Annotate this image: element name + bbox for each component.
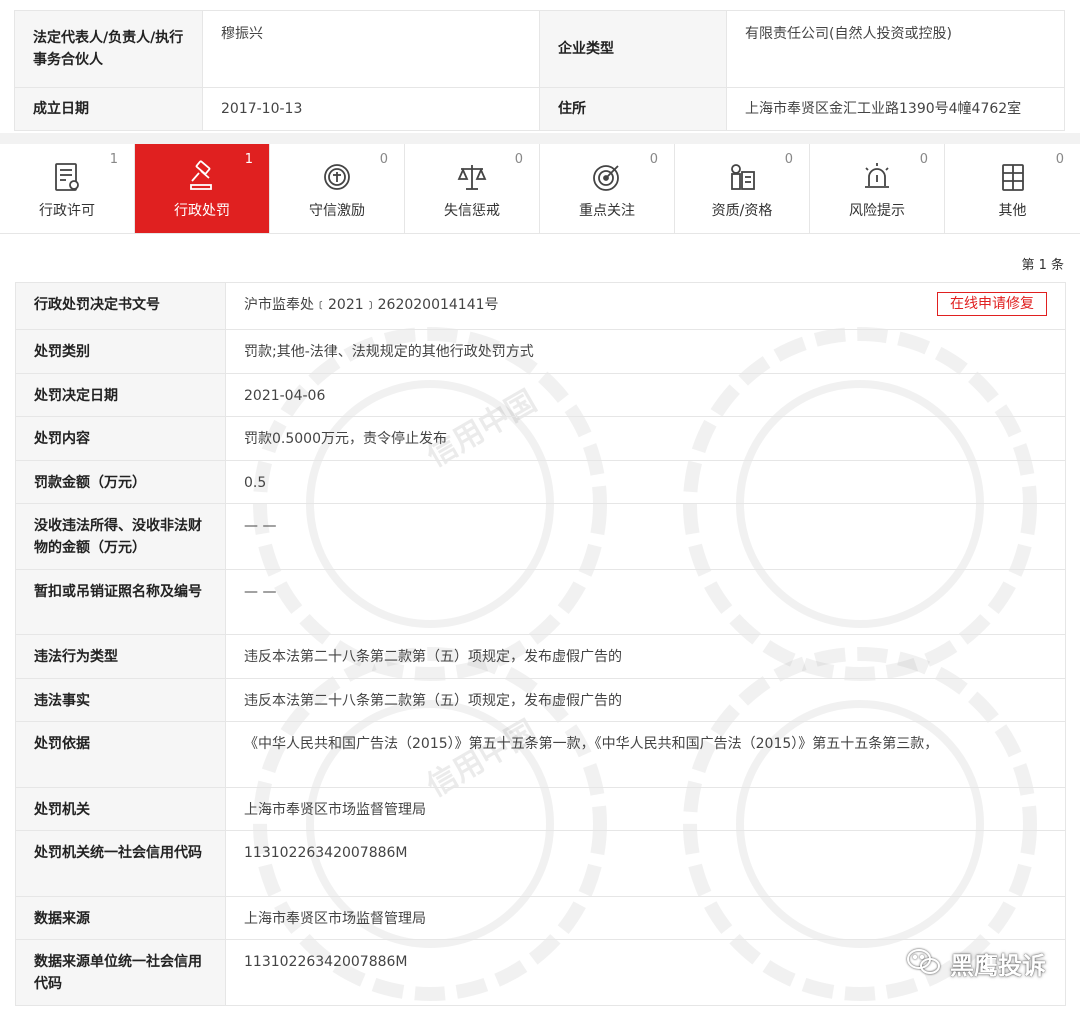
brand-name: 黑鹰投诉: [950, 952, 1046, 980]
company-info-table: 法定代表人/负责人/执行事务合伙人 穆振兴 企业类型 有限责任公司(自然人投资或…: [14, 10, 1065, 131]
tab-label: 风险提示: [849, 203, 905, 219]
tab-count: 0: [514, 152, 523, 167]
tab-count: 0: [784, 152, 793, 167]
row-label: 处罚机关: [15, 787, 226, 831]
table-row: 处罚机关统一社会信用代码 11310226342007886M: [15, 830, 1066, 897]
tab-count: 0: [649, 152, 658, 167]
row-label: 处罚依据: [15, 721, 226, 788]
row-value: 违反本法第二十八条第二款第（五）项规定，发布虚假广告的: [225, 634, 1066, 679]
brand-watermark: 黑鹰投诉: [906, 946, 1046, 981]
tab-label: 行政处罚: [174, 203, 230, 219]
legal-rep-label: 法定代表人/负责人/执行事务合伙人: [14, 10, 203, 88]
tab-label: 重点关注: [579, 203, 635, 219]
tab-other[interactable]: 0 其他: [945, 144, 1080, 233]
row-label: 处罚内容: [15, 416, 226, 461]
tab-count: 0: [919, 152, 928, 167]
row-value: 0.5: [225, 460, 1066, 504]
tab-count: 0: [1055, 152, 1064, 167]
penalty-detail-panel: 信用中国 信用中国 第 1 条 行政处罚决定书文号 沪市监奉处﹝2021﹞262…: [0, 234, 1080, 1009]
row-label: 违法事实: [15, 678, 226, 722]
company-type-label: 企业类型: [539, 10, 727, 88]
tab-count: 1: [244, 152, 253, 167]
record-category-tabs: 1 行政许可 1 行政处罚 0 守信激励 0 失信惩戒 0 重点关注 0 资质/…: [0, 144, 1080, 234]
table-row: 处罚类别 罚款;其他-法律、法规规定的其他行政处罚方式: [15, 329, 1066, 374]
row-value: 罚款0.5000万元，责令停止发布: [225, 416, 1066, 461]
tab-count: 1: [109, 152, 118, 167]
tab-qualification[interactable]: 0 资质/资格: [675, 144, 810, 233]
tab-label: 资质/资格: [711, 203, 773, 219]
online-repair-button[interactable]: 在线申请修复: [937, 292, 1047, 316]
tab-admin-license[interactable]: 1 行政许可: [0, 144, 135, 233]
tab-label: 行政许可: [39, 203, 95, 219]
credit-badge-icon: [320, 160, 354, 194]
penalty-detail-table: 行政处罚决定书文号 沪市监奉处﹝2021﹞262020014141号 在线申请修…: [15, 282, 1066, 1006]
table-row: 罚款金额（万元） 0.5: [15, 460, 1066, 504]
table-row: 数据来源 上海市奉贤区市场监督管理局: [15, 896, 1066, 940]
table-row: 暂扣或吊销证照名称及编号 — —: [15, 569, 1066, 635]
row-label: 处罚类别: [15, 329, 226, 374]
row-label: 数据来源单位统一社会信用代码: [15, 939, 226, 1006]
tab-risk-alert[interactable]: 0 风险提示: [810, 144, 945, 233]
table-row: 处罚机关 上海市奉贤区市场监督管理局: [15, 787, 1066, 831]
table-row: 没收违法所得、没收非法财物的金额（万元） — —: [15, 503, 1066, 570]
row-label: 罚款金额（万元）: [15, 460, 226, 504]
scales-icon: [455, 160, 489, 194]
row-label: 暂扣或吊销证照名称及编号: [15, 569, 226, 635]
row-label: 处罚机关统一社会信用代码: [15, 830, 226, 897]
company-type-value: 有限责任公司(自然人投资或控股): [726, 10, 1065, 88]
row-value: 违反本法第二十八条第二款第（五）项规定，发布虚假广告的: [225, 678, 1066, 722]
tab-label: 守信激励: [309, 203, 365, 219]
alarm-icon: [860, 160, 894, 194]
row-value: — —: [225, 569, 1066, 635]
document-seal-icon: [50, 160, 84, 194]
row-value: — —: [225, 503, 1066, 570]
grid-doc-icon: [996, 160, 1030, 194]
table-row: 处罚依据 《中华人民共和国广告法（2015）》第五十五条第一款，《中华人民共和国…: [15, 721, 1066, 788]
row-label: 处罚决定日期: [15, 373, 226, 417]
row-value: 上海市奉贤区市场监督管理局: [225, 896, 1066, 940]
table-row: 违法行为类型 违反本法第二十八条第二款第（五）项规定，发布虚假广告的: [15, 634, 1066, 679]
row-value: 上海市奉贤区市场监督管理局: [225, 787, 1066, 831]
table-row: 处罚内容 罚款0.5000万元，责令停止发布: [15, 416, 1066, 461]
tab-count: 0: [379, 152, 388, 167]
row-value: 罚款;其他-法律、法规规定的其他行政处罚方式: [225, 329, 1066, 374]
legal-rep-value: 穆振兴: [202, 10, 540, 88]
table-row: 行政处罚决定书文号 沪市监奉处﹝2021﹞262020014141号 在线申请修…: [15, 282, 1066, 330]
target-icon: [590, 160, 624, 194]
address-value: 上海市奉贤区金汇工业路1390号4幢4762室: [726, 87, 1065, 131]
row-value-with-action: 沪市监奉处﹝2021﹞262020014141号 在线申请修复: [225, 282, 1066, 330]
tab-label: 其他: [998, 203, 1027, 219]
certificate-icon: [725, 160, 759, 194]
table-row: 处罚决定日期 2021-04-06: [15, 373, 1066, 417]
row-value: 《中华人民共和国广告法（2015）》第五十五条第一款，《中华人民共和国广告法（2…: [225, 721, 1066, 788]
tab-dishonesty-penalty[interactable]: 0 失信惩戒: [405, 144, 540, 233]
founded-date-label: 成立日期: [14, 87, 203, 131]
row-value: 2021-04-06: [225, 373, 1066, 417]
wechat-icon: [906, 947, 942, 981]
tab-admin-penalty[interactable]: 1 行政处罚: [135, 144, 270, 233]
row-label: 没收违法所得、没收非法财物的金额（万元）: [15, 503, 226, 570]
row-label: 数据来源: [15, 896, 226, 940]
table-row: 违法事实 违反本法第二十八条第二款第（五）项规定，发布虚假广告的: [15, 678, 1066, 722]
company-info-card: 法定代表人/负责人/执行事务合伙人 穆振兴 企业类型 有限责任公司(自然人投资或…: [0, 0, 1080, 133]
founded-date-value: 2017-10-13: [202, 87, 540, 131]
row-value: 11310226342007886M: [225, 830, 1066, 897]
tab-key-focus[interactable]: 0 重点关注: [540, 144, 675, 233]
row-value: 沪市监奉处﹝2021﹞262020014141号: [244, 297, 499, 313]
address-label: 住所: [539, 87, 727, 131]
row-label: 行政处罚决定书文号: [15, 282, 226, 330]
gavel-icon: [185, 160, 219, 194]
tab-label: 失信惩戒: [444, 203, 500, 219]
row-label: 违法行为类型: [15, 634, 226, 679]
page-counter: 第 1 条: [1021, 258, 1064, 273]
tab-credit-incentive[interactable]: 0 守信激励: [270, 144, 405, 233]
